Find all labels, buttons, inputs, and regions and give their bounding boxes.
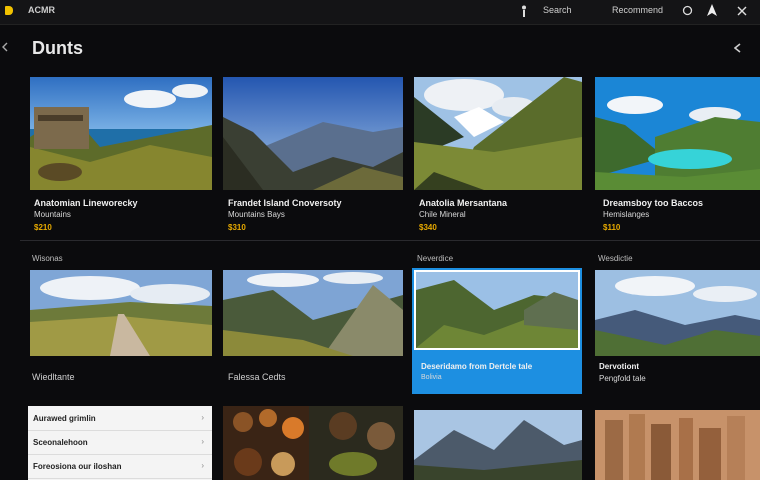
card-6-image <box>223 270 403 356</box>
card-10-image <box>595 410 760 480</box>
chat-icon[interactable] <box>682 5 693 16</box>
card-9-image <box>414 410 582 480</box>
destination-card-1[interactable] <box>30 77 212 190</box>
card-8-subtitle: Pengfold tale <box>599 374 646 383</box>
destination-card-4[interactable] <box>595 77 760 190</box>
list-item-label: Foreosiona our iloshan <box>33 462 122 471</box>
chevron-left-icon[interactable] <box>2 42 8 52</box>
list-item[interactable]: Foreosiona our iloshan › <box>28 456 212 479</box>
list-item[interactable]: Aurawed grimlin › <box>28 408 212 431</box>
nav-search-link[interactable]: Search <box>543 5 572 15</box>
list-item[interactable]: Sceonalehoon › <box>28 432 212 455</box>
close-icon[interactable] <box>737 6 747 16</box>
section-header-1: Wisonas <box>32 254 63 263</box>
card-3-subtitle: Chile Mineral <box>419 210 466 219</box>
card-2-image <box>223 77 403 190</box>
card-3-image <box>414 77 582 190</box>
chevron-right-icon: › <box>201 461 204 470</box>
card-4-price: $110 <box>603 223 621 232</box>
card-4-title[interactable]: Dreamsboy too Baccos <box>603 198 703 208</box>
card-7-title[interactable]: Deseridamo from Dertcle tale <box>421 362 532 371</box>
card-1-subtitle: Mountains <box>34 210 71 219</box>
card-1-title[interactable]: Anatomian Lineworecky <box>34 198 138 208</box>
chevron-back-icon[interactable] <box>734 43 741 53</box>
destination-card-9[interactable] <box>414 410 582 480</box>
card-1-image <box>30 77 212 190</box>
card-2-price: $310 <box>228 223 246 232</box>
navigate-icon[interactable] <box>706 4 718 16</box>
card-3-price: $340 <box>419 223 437 232</box>
card-8-title[interactable]: Dervotiont <box>599 362 639 371</box>
card-6-label[interactable]: Falessa Cedts <box>228 372 286 382</box>
person-icon[interactable] <box>520 5 528 17</box>
top-bar: ACMR Search Recommend <box>0 0 760 25</box>
section-header-4: Wesdictie <box>598 254 633 263</box>
destination-card-2[interactable] <box>223 77 403 190</box>
app-logo-icon[interactable] <box>5 6 13 15</box>
destination-card-6[interactable] <box>223 270 403 356</box>
section-header-3: Neverdice <box>417 254 454 263</box>
nav-recommend-link[interactable]: Recommend <box>612 5 663 15</box>
card-1-price: $210 <box>34 223 52 232</box>
destination-card-5[interactable] <box>30 270 212 356</box>
app-name[interactable]: ACMR <box>28 5 55 15</box>
list-item-label: Sceonalehoon <box>33 438 88 447</box>
card-2-subtitle: Mountains Bays <box>228 210 285 219</box>
destination-card-7[interactable] <box>414 270 580 350</box>
card-4-image <box>595 77 760 190</box>
list-item-label: Aurawed grimlin <box>33 414 96 423</box>
food-card[interactable] <box>223 406 403 480</box>
card-3-title[interactable]: Anatolia Mersantana <box>419 198 507 208</box>
chevron-right-icon: › <box>201 437 204 446</box>
card-5-label[interactable]: Wiedltante <box>32 372 75 382</box>
chevron-right-icon: › <box>201 413 204 422</box>
card-4-subtitle: Hemislanges <box>603 210 650 219</box>
card-2-title[interactable]: Frandet Island Cnoversoty <box>228 198 342 208</box>
destination-card-10[interactable] <box>595 410 760 480</box>
card-5-image <box>30 270 212 356</box>
row-divider <box>20 240 760 241</box>
destination-card-3[interactable] <box>414 77 582 190</box>
options-list: Aurawed grimlin › Sceonalehoon › Foreosi… <box>28 406 212 480</box>
card-8-image <box>595 270 760 356</box>
destination-card-8[interactable] <box>595 270 760 356</box>
card-7-subtitle: Bolivia <box>421 374 442 381</box>
food-image <box>223 406 403 480</box>
card-7-image <box>416 272 578 348</box>
page-title: Dunts <box>32 38 83 58</box>
